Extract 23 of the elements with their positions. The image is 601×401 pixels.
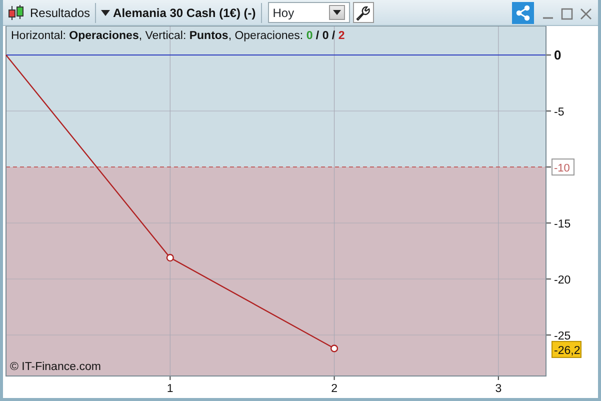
caret-icon	[101, 10, 110, 16]
y-axis-label: -15	[554, 218, 571, 230]
last-value-label: -26,2	[552, 340, 582, 358]
data-point	[166, 254, 174, 262]
caret-icon	[332, 10, 341, 15]
y-axis-label: 0	[554, 48, 562, 62]
copyright-text: © IT-Finance.com	[10, 361, 101, 373]
y-tick-label: -10	[554, 162, 570, 175]
data-point	[330, 344, 338, 352]
x-axis-label: 2	[331, 383, 338, 395]
candlestick-icon	[7, 4, 25, 22]
x-axis-label: 1	[166, 383, 174, 395]
settings-icon[interactable]	[352, 2, 374, 23]
share-icon[interactable]	[512, 2, 534, 24]
threshold-label: -10	[552, 158, 574, 176]
x-axis-label: 3	[495, 383, 502, 395]
period-select[interactable]: Hoy	[268, 2, 350, 23]
y-axis-label: -25	[554, 330, 571, 342]
y-axis-label: -5	[554, 106, 564, 118]
instrument-dropdown[interactable]: Alemania 30 Cash (1€) (-)	[99, 4, 258, 22]
chart-info: Horizontal: Operaciones, Vertical: Puntos, Operaciones: 0 / 0 / 2	[11, 29, 345, 44]
y-axis-label: -20	[554, 274, 571, 286]
results-button[interactable]: Resultados	[28, 4, 92, 22]
